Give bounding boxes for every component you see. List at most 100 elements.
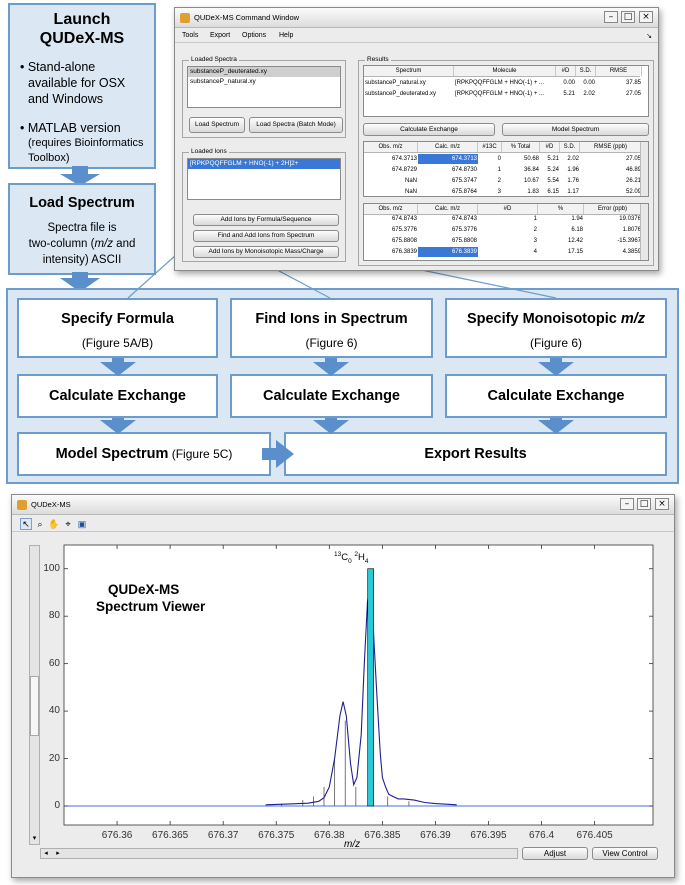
- cell: 1.8076: [622, 227, 641, 233]
- table-row[interactable]: NaN 675.8764 3 1.83 6.15 1.17 52.09: [364, 187, 641, 196]
- table-row[interactable]: NaN 675.3747 2 10.67 5.54 1.76 26.21: [364, 176, 641, 186]
- cell: 27.05: [625, 91, 641, 97]
- window-title: QUDeX-MS Command Window: [194, 13, 300, 22]
- header-cell[interactable]: Spectrum: [364, 66, 454, 76]
- table-row[interactable]: 675.8808 675.8808 3 12.42 -15.3967: [364, 236, 641, 246]
- viewer-window: QUDeX-MS – □ × ↖ ⌕ ✋ ⌖ ▣ ▾ 676.36 676.365…: [11, 494, 675, 878]
- command-window-titlebar[interactable]: QUDeX-MS Command Window – □ ×: [175, 8, 658, 28]
- maximize-icon[interactable]: □: [621, 11, 635, 23]
- header-cell[interactable]: RMSE (ppb): [580, 142, 642, 152]
- cell: 6.18: [571, 227, 583, 233]
- cell: 1.76: [567, 178, 579, 184]
- header-cell[interactable]: Calc. m/z: [418, 142, 478, 152]
- cell: 0.00: [583, 80, 595, 86]
- x-tick-label: 676.405: [576, 830, 613, 841]
- cell: 10.67: [523, 178, 539, 184]
- horizontal-scrollbar[interactable]: ◂ ▸: [40, 848, 518, 859]
- cell: 4: [533, 249, 537, 255]
- header-cell[interactable]: S.D.: [560, 142, 580, 152]
- cell: 676.3839: [418, 247, 478, 257]
- table-scrollbar[interactable]: [640, 142, 648, 196]
- cell: substanceP_deuterated.xy: [365, 91, 437, 97]
- add-ions-formula-button[interactable]: Add Ions by Formula/Sequence: [193, 214, 339, 226]
- header-cell[interactable]: % Total: [502, 142, 540, 152]
- viewer-label: QUDeX-MS Spectrum Viewer: [96, 581, 205, 615]
- y-tick-label: 0: [54, 800, 60, 812]
- table-row[interactable]: substanceP_deuterated.xy [RPKPQQFFGLM + …: [364, 89, 641, 99]
- header-cell[interactable]: Molecule: [454, 66, 556, 76]
- header-cell[interactable]: Calc. m/z: [418, 204, 478, 214]
- header-cell[interactable]: #D: [478, 204, 538, 214]
- loaded-ions-list[interactable]: [RPKPQQFFGLM + HNO(-1) + 2H]2+: [187, 158, 341, 200]
- dock-arrow-icon[interactable]: ↘: [646, 32, 652, 40]
- table-scrollbar[interactable]: [640, 204, 648, 260]
- cell: 674.8729: [391, 167, 417, 173]
- cell: 1.17: [567, 189, 579, 195]
- header-cell[interactable]: %: [538, 204, 584, 214]
- x-tick-label: 676.395: [470, 830, 507, 841]
- menu-help[interactable]: Help: [279, 32, 293, 39]
- load-batch-button[interactable]: Load Spectra (Batch Mode): [249, 117, 343, 133]
- minimize-icon[interactable]: –: [604, 11, 618, 23]
- loaded-spectra-list[interactable]: substanceP_deuterated.xy substanceP_natu…: [187, 66, 341, 108]
- close-icon[interactable]: ×: [639, 11, 653, 23]
- scroll-left-icon[interactable]: ◂: [41, 849, 51, 858]
- cell: 674.8743: [451, 216, 477, 222]
- header-cell[interactable]: Error (ppb): [584, 204, 642, 214]
- header-cell[interactable]: Obs. m/z: [364, 142, 418, 152]
- y-tick-label: 100: [43, 562, 60, 574]
- x-tick-label: 676.4: [529, 830, 555, 841]
- cell: [RPKPQQFFGLM + HNO(-1) + ...: [455, 80, 545, 86]
- cell: 12.42: [567, 238, 583, 244]
- adjust-button[interactable]: Adjust: [522, 847, 588, 860]
- cell: 2.02: [567, 156, 579, 162]
- x-tick-label: 676.39: [420, 830, 451, 841]
- isotope-table[interactable]: Obs. m/z Calc. m/z #13C % Total #D S.D. …: [363, 141, 649, 197]
- cell: substanceP_natural.xy: [365, 80, 426, 86]
- cell: 1: [497, 167, 501, 173]
- view-control-button[interactable]: View Control: [592, 847, 658, 860]
- calculate-exchange-button[interactable]: Calculate Exchange: [363, 123, 495, 136]
- cell: 5.21: [563, 91, 575, 97]
- header-cell[interactable]: Obs. m/z: [364, 204, 418, 214]
- list-item[interactable]: substanceP_deuterated.xy: [188, 67, 340, 77]
- y-tick-label: 60: [48, 657, 60, 669]
- cell: 50.68: [523, 156, 539, 162]
- list-item[interactable]: [RPKPQQFFGLM + HNO(-1) + 2H]2+: [188, 159, 340, 169]
- table-row[interactable]: 674.3713 674.3713 0 50.68 5.21 2.02 27.05: [364, 154, 641, 164]
- cell: 5.54: [547, 178, 559, 184]
- cell: 675.8808: [451, 238, 477, 244]
- loaded-ions-label: Loaded Ions: [189, 148, 229, 155]
- deuterium-table[interactable]: Obs. m/z Calc. m/z #D % Error (ppb) 674.…: [363, 203, 649, 261]
- load-spectrum-button[interactable]: Load Spectrum: [189, 117, 245, 133]
- table-row[interactable]: 676.3839 676.3839 4 17.15 4.3859: [364, 247, 641, 257]
- menu-options[interactable]: Options: [242, 32, 266, 39]
- header-cell[interactable]: RMSE: [596, 66, 642, 76]
- cell: 675.3776: [451, 227, 477, 233]
- model-spectrum-button[interactable]: Model Spectrum: [502, 123, 649, 136]
- header-cell[interactable]: #13C: [478, 142, 502, 152]
- menu-export[interactable]: Export: [210, 32, 230, 39]
- list-item[interactable]: substanceP_natural.xy: [188, 77, 340, 87]
- results-table[interactable]: Spectrum Molecule #D S.D. RMSE substance…: [363, 65, 649, 117]
- y-tick-label: 20: [48, 752, 60, 764]
- cell: 6.15: [547, 189, 559, 195]
- loaded-spectra-panel: Loaded Spectra substanceP_deuterated.xy …: [182, 56, 346, 138]
- table-row[interactable]: 675.3776 675.3776 2 6.18 1.8076: [364, 225, 641, 235]
- table-row[interactable]: 674.8743 674.8743 1 1.94 19.0376: [364, 214, 641, 224]
- scroll-right-icon[interactable]: ▸: [53, 849, 63, 858]
- find-add-ions-button[interactable]: Find and Add Ions from Spectrum: [193, 230, 339, 242]
- table-row[interactable]: substanceP_natural.xy [RPKPQQFFGLM + HNO…: [364, 78, 641, 88]
- menu-tools[interactable]: Tools: [182, 32, 198, 39]
- header-cell[interactable]: #D: [556, 66, 576, 76]
- theoretical-peak-bar: [367, 568, 375, 807]
- add-ions-mono-button[interactable]: Add Ions by Monoisotopic Mass/Charge: [193, 246, 339, 258]
- header-cell[interactable]: #D: [540, 142, 560, 152]
- cell: 674.8743: [391, 216, 417, 222]
- header-cell[interactable]: S.D.: [576, 66, 596, 76]
- text-span: 4: [364, 558, 369, 566]
- cell: 37.85: [625, 80, 641, 86]
- results-label: Results: [365, 56, 391, 63]
- cell: 1.94: [571, 216, 583, 222]
- table-row[interactable]: 674.8729 674.8730 1 36.84 5.24 1.96 46.89: [364, 165, 641, 175]
